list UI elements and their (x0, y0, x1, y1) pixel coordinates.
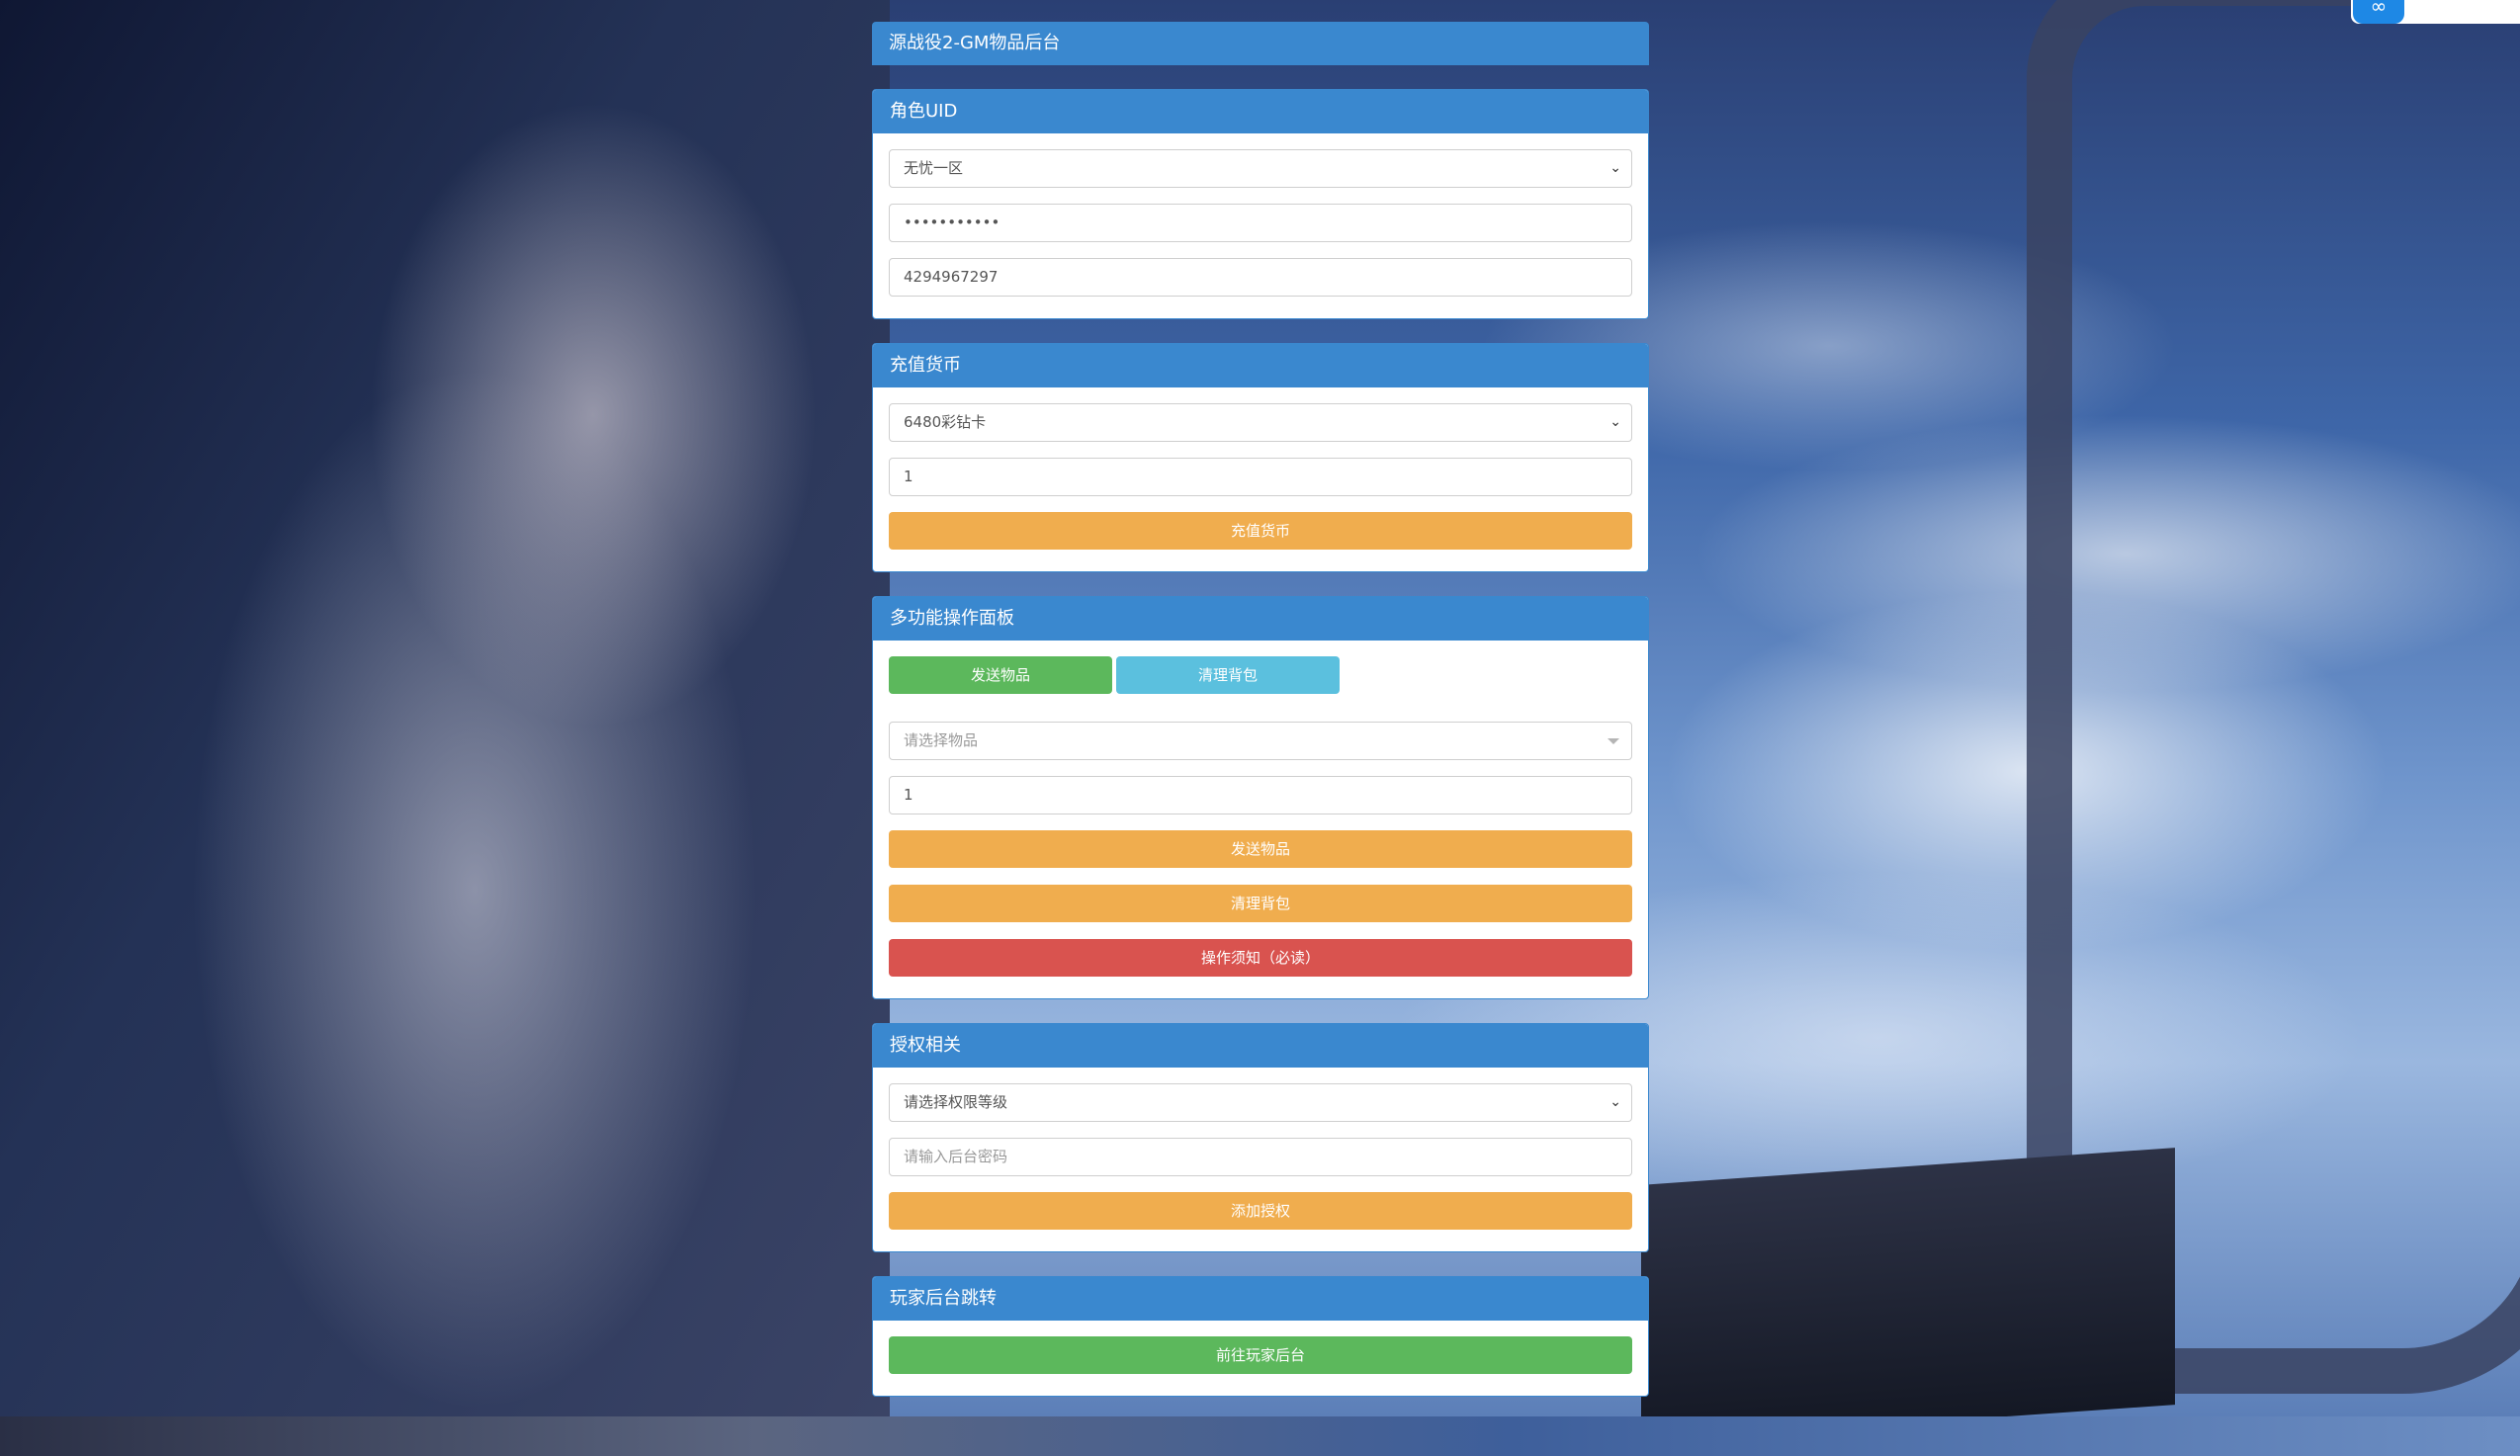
item-select[interactable]: 请选择物品 (889, 722, 1632, 760)
password-value: ••••••••••• (904, 214, 1000, 231)
background-bottom-strip (0, 1416, 2520, 1456)
password-field[interactable]: ••••••••••• (889, 204, 1632, 242)
auth-panel-heading: 授权相关 (873, 1024, 1648, 1068)
multi-function-panel: 多功能操作面板 发送物品 清理背包 请选择物品 1 发送物品 清理背包 操作须知… (872, 596, 1649, 999)
tab-clear-bag[interactable]: 清理背包 (1116, 656, 1340, 694)
notice-button[interactable]: 操作须知（必读） (889, 939, 1632, 977)
admin-password-input[interactable]: 请输入后台密码 (889, 1138, 1632, 1176)
mode-tabs: 发送物品 清理背包 (889, 656, 1632, 694)
recharge-panel: 充值货币 6480彩钻卡 ⌄ 1 充值货币 (872, 343, 1649, 572)
server-select-value: 无忧一区 (904, 159, 964, 177)
clear-bag-button[interactable]: 清理背包 (889, 885, 1632, 922)
multi-panel-heading: 多功能操作面板 (873, 597, 1648, 641)
permission-level-value: 请选择权限等级 (904, 1093, 1008, 1111)
currency-select-value: 6480彩钻卡 (904, 413, 987, 431)
role-panel-heading: 角色UID (873, 90, 1648, 133)
link-icon[interactable]: ∞ (2353, 0, 2404, 24)
page-title: 源战役2-GM物品后台 (872, 22, 1649, 65)
go-player-backend-button[interactable]: 前往玩家后台 (889, 1336, 1632, 1374)
send-items-button[interactable]: 发送物品 (889, 830, 1632, 868)
background-console (1641, 1148, 2175, 1442)
background-character-area (0, 0, 890, 1416)
chevron-down-icon: ⌄ (1609, 160, 1621, 176)
chevron-down-icon: ⌄ (1609, 414, 1621, 430)
item-quantity-value: 1 (904, 786, 913, 804)
player-panel: 玩家后台跳转 前往玩家后台 (872, 1276, 1649, 1397)
recharge-amount-value: 1 (904, 468, 913, 485)
currency-select[interactable]: 6480彩钻卡 ⌄ (889, 403, 1632, 442)
server-select[interactable]: 无忧一区 ⌄ (889, 149, 1632, 188)
uid-value: 4294967297 (904, 268, 999, 286)
role-panel: 角色UID 无忧一区 ⌄ ••••••••••• 4294967297 (872, 89, 1649, 319)
permission-level-select[interactable]: 请选择权限等级 ⌄ (889, 1083, 1632, 1122)
chevron-down-icon: ⌄ (1609, 1094, 1621, 1110)
recharge-button[interactable]: 充值货币 (889, 512, 1632, 550)
item-quantity-input[interactable]: 1 (889, 776, 1632, 814)
main-column: 源战役2-GM物品后台 角色UID 无忧一区 ⌄ ••••••••••• 429… (872, 22, 1649, 1420)
caret-down-icon (1608, 738, 1619, 744)
player-panel-heading: 玩家后台跳转 (873, 1277, 1648, 1321)
item-select-placeholder: 请选择物品 (904, 731, 979, 749)
auth-panel: 授权相关 请选择权限等级 ⌄ 请输入后台密码 添加授权 (872, 1023, 1649, 1252)
uid-input[interactable]: 4294967297 (889, 258, 1632, 297)
tab-send-items[interactable]: 发送物品 (889, 656, 1112, 694)
recharge-amount-input[interactable]: 1 (889, 458, 1632, 496)
add-auth-button[interactable]: 添加授权 (889, 1192, 1632, 1230)
recharge-panel-heading: 充值货币 (873, 344, 1648, 387)
admin-password-placeholder: 请输入后台密码 (904, 1148, 1008, 1165)
